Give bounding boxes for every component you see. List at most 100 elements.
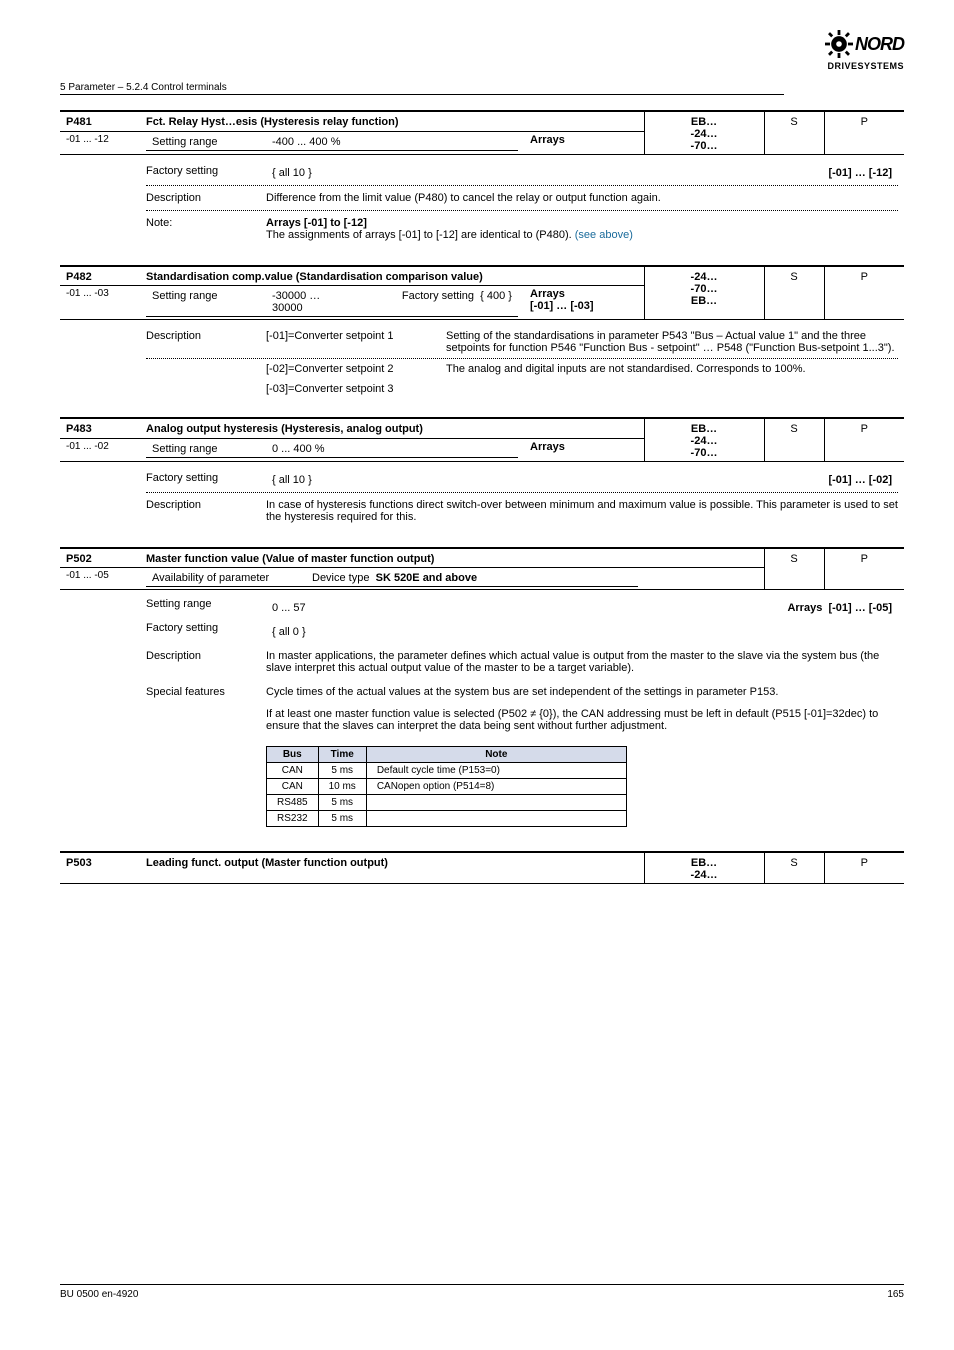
- p481-note-link[interactable]: (see above): [575, 229, 633, 241]
- label-desc: Description: [146, 186, 266, 210]
- p502-cycle-table: Bus Time Note CAN 5 ms Default cycle tim…: [266, 746, 627, 827]
- p502-special-1: Cycle times of the actual values at the …: [266, 680, 898, 704]
- brand-logo: NORD DRIVESYSTEMS: [804, 30, 904, 71]
- p481-factory-val: { all 10 }: [266, 161, 698, 185]
- p483-p: P: [824, 418, 904, 462]
- label-factory: Factory setting: [146, 161, 266, 185]
- p502-factory-val: { all 0 }: [266, 620, 898, 644]
- p503-name: Leading funct. output (Master function o…: [140, 852, 524, 884]
- p482-p: P: [824, 266, 904, 320]
- p481-avail: EB… -24… -70…: [644, 111, 764, 155]
- label-arrays: Arrays: [787, 602, 822, 614]
- tbl-r1-time: 5 ms: [318, 763, 366, 779]
- label-special: Special features: [146, 680, 266, 704]
- p482-desc-r1r: Setting of the standardisations in param…: [446, 326, 898, 358]
- tbl-r3-note: [366, 795, 626, 811]
- p482-name: Standardisation comp.value (Standardisat…: [140, 266, 524, 286]
- p482-desc-r1l: [-01]=Converter setpoint 1: [266, 326, 446, 346]
- tbl-r2-note: CANopen option (P514=8): [366, 779, 626, 795]
- param-p483: P483 Analog output hysteresis (Hysteresi…: [60, 417, 904, 535]
- p482-left1: -01 ... -03: [60, 286, 140, 320]
- label-desc: Description: [146, 644, 266, 680]
- p481-s: S: [764, 111, 824, 155]
- label-device-type: Device type: [312, 572, 369, 584]
- p481-left1: -01 ... -12: [60, 131, 140, 154]
- p502-array-val: [-01] … [-05]: [828, 602, 892, 614]
- p503-code: P503: [60, 852, 140, 884]
- label-factory: Factory setting: [146, 620, 266, 644]
- p482-range-val: -30000 … 30000: [266, 288, 358, 317]
- label-range: Setting range: [146, 441, 266, 458]
- p502-p: P: [824, 548, 904, 590]
- p481-desc-val: Difference from the limit value (P480) t…: [266, 186, 898, 210]
- p502-name: Master function value (Value of master f…: [140, 548, 764, 568]
- tbl-r2-bus: CAN: [267, 779, 319, 795]
- param-p481: P481 Fct. Relay Hyst…esis (Hysteresis re…: [60, 110, 904, 253]
- p483-factory-val: { all 10 }: [266, 468, 698, 492]
- p502-s: S: [764, 548, 824, 590]
- label-desc: Description: [146, 493, 266, 529]
- tbl-r4-bus: RS232: [267, 811, 319, 827]
- p483-name: Analog output hysteresis (Hysteresis, an…: [140, 418, 524, 438]
- p483-left1: -01 ... -02: [60, 438, 140, 461]
- p482-desc-r2l: [-02]=Converter setpoint 2: [266, 359, 446, 379]
- tbl-r1-note: Default cycle time (P153=0): [366, 763, 626, 779]
- label-factory: Factory setting: [146, 468, 266, 492]
- p483-avail: EB… -24… -70…: [644, 418, 764, 462]
- p481-code: P481: [60, 111, 140, 131]
- p482-desc-r2r: The analog and digital inputs are not st…: [446, 359, 898, 399]
- label-arrays: Arrays: [530, 441, 565, 453]
- label-range: Setting range: [146, 288, 266, 317]
- page-footer: BU 0500 en-4920 165: [60, 1284, 904, 1300]
- label-avail: Availability of parameter: [146, 570, 306, 587]
- p481-range-val: -400 ... 400 %: [266, 134, 518, 151]
- tbl-h-bus: Bus: [267, 747, 319, 763]
- header-rule: [60, 94, 784, 95]
- p503-s: S: [764, 852, 824, 884]
- tbl-r2-time: 10 ms: [318, 779, 366, 795]
- tbl-r1-bus: CAN: [267, 763, 319, 779]
- p482-s: S: [764, 266, 824, 320]
- footer-right: 165: [887, 1289, 904, 1300]
- param-p482: P482 Standardisation comp.value (Standar…: [60, 265, 904, 405]
- p482-factory-val: { 400 }: [480, 290, 512, 302]
- p502-left1: -01 ... -05: [60, 568, 140, 590]
- p482-avail: -24… -70… EB…: [644, 266, 764, 320]
- logo-sub: DRIVESYSTEMS: [804, 61, 904, 71]
- label-note: Note:: [146, 211, 266, 247]
- p502-range-val: 0 ... 57: [266, 596, 698, 620]
- p481-note-body: The assignments of arrays [-01] to [-12]…: [266, 229, 575, 241]
- p482-array-val: [-01] … [-03]: [530, 300, 594, 312]
- p503-p: P: [824, 852, 904, 884]
- page-header: 5 Parameter – 5.2.4 Control terminals: [60, 82, 227, 93]
- p481-array-val: [-01] … [-12]: [698, 161, 898, 185]
- p481-name: Fct. Relay Hyst…esis (Hysteresis relay f…: [140, 111, 524, 131]
- tbl-h-note: Note: [366, 747, 626, 763]
- p483-s: S: [764, 418, 824, 462]
- label-factory: Factory setting: [402, 290, 474, 302]
- tbl-h-time: Time: [318, 747, 366, 763]
- label-arrays: Arrays: [530, 134, 565, 146]
- p483-desc-val: In case of hysteresis functions direct s…: [266, 493, 898, 529]
- tbl-r4-time: 5 ms: [318, 811, 366, 827]
- param-p503: P503 Leading funct. output (Master funct…: [60, 851, 904, 884]
- label-range: Setting range: [146, 596, 266, 620]
- logo-brand: NORD: [855, 34, 904, 55]
- p482-code: P482: [60, 266, 140, 286]
- p483-array-val: [-01] … [-02]: [698, 468, 898, 492]
- label-desc: Description: [146, 326, 266, 346]
- p483-code: P483: [60, 418, 140, 438]
- label-range: Setting range: [146, 134, 266, 151]
- footer-left: BU 0500 en-4920: [60, 1289, 138, 1300]
- param-p502: P502 Master function value (Value of mas…: [60, 547, 904, 839]
- p502-special-2: If at least one master function value is…: [266, 704, 898, 736]
- p502-code: P502: [60, 548, 140, 568]
- p482-desc-r3l: [-03]=Converter setpoint 3: [266, 379, 446, 399]
- p481-p: P: [824, 111, 904, 155]
- label-arrays: Arrays: [530, 288, 565, 300]
- p503-avail: EB… -24…: [644, 852, 764, 884]
- tbl-r3-bus: RS485: [267, 795, 319, 811]
- p502-avail-type-val: SK 520E and above: [376, 572, 478, 584]
- tbl-r3-time: 5 ms: [318, 795, 366, 811]
- p481-note-head: Arrays [-01] to [-12]: [266, 217, 367, 229]
